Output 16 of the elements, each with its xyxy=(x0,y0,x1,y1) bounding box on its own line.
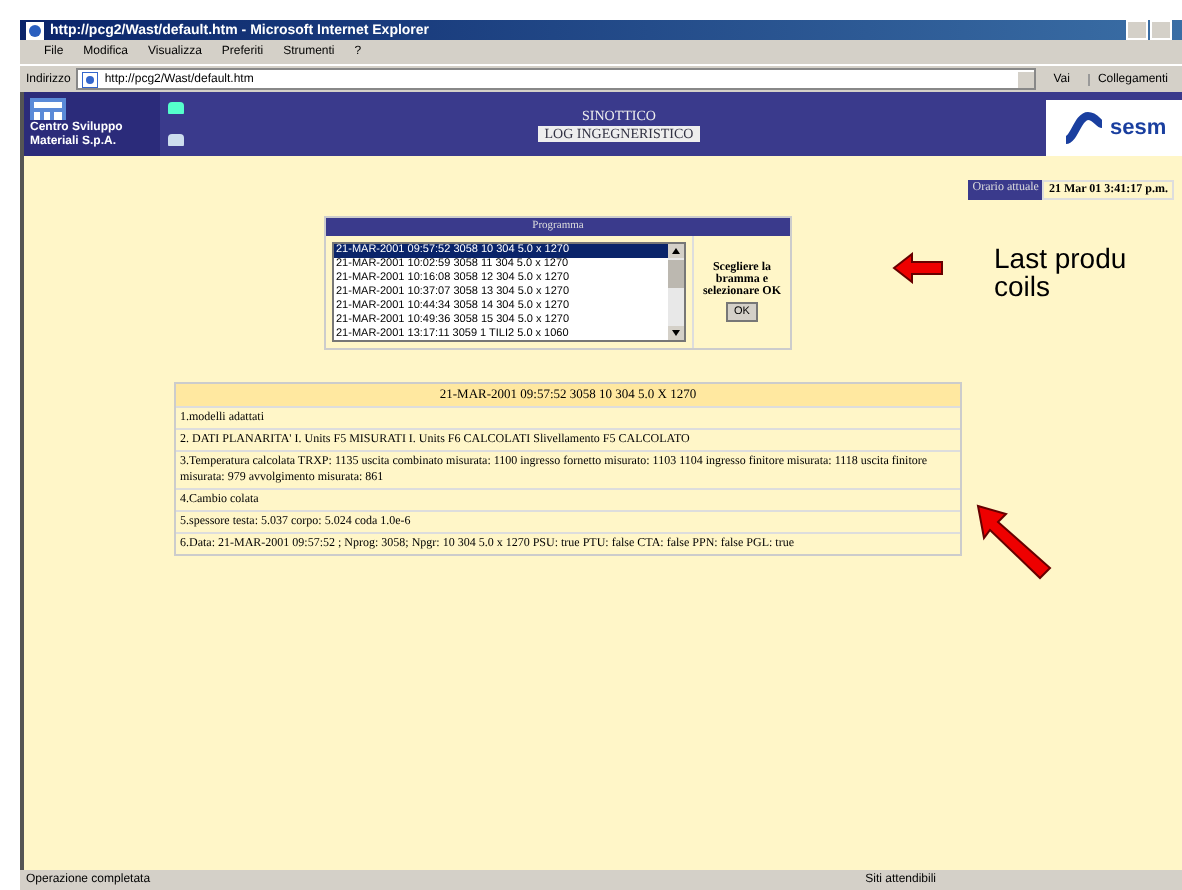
annotation-text: Last produ xyxy=(994,244,1127,272)
diagonal-arrow-icon xyxy=(974,502,1054,582)
nav-icon[interactable] xyxy=(168,134,184,146)
scroll-thumb[interactable] xyxy=(668,260,684,288)
logo-icon xyxy=(30,98,66,120)
wave-icon xyxy=(1062,112,1106,144)
scroll-up-icon[interactable] xyxy=(668,244,684,258)
left-arrow-icon xyxy=(892,252,944,284)
nav-icon[interactable] xyxy=(168,102,184,114)
scroll-down-icon[interactable] xyxy=(668,326,684,340)
annotation-text: coils xyxy=(994,272,1053,300)
page-icon xyxy=(82,71,99,87)
browser-icon xyxy=(26,21,44,39)
scrollbar[interactable] xyxy=(668,244,684,340)
company-logo: sesm xyxy=(1046,100,1182,156)
program-listbox[interactable] xyxy=(332,242,686,342)
